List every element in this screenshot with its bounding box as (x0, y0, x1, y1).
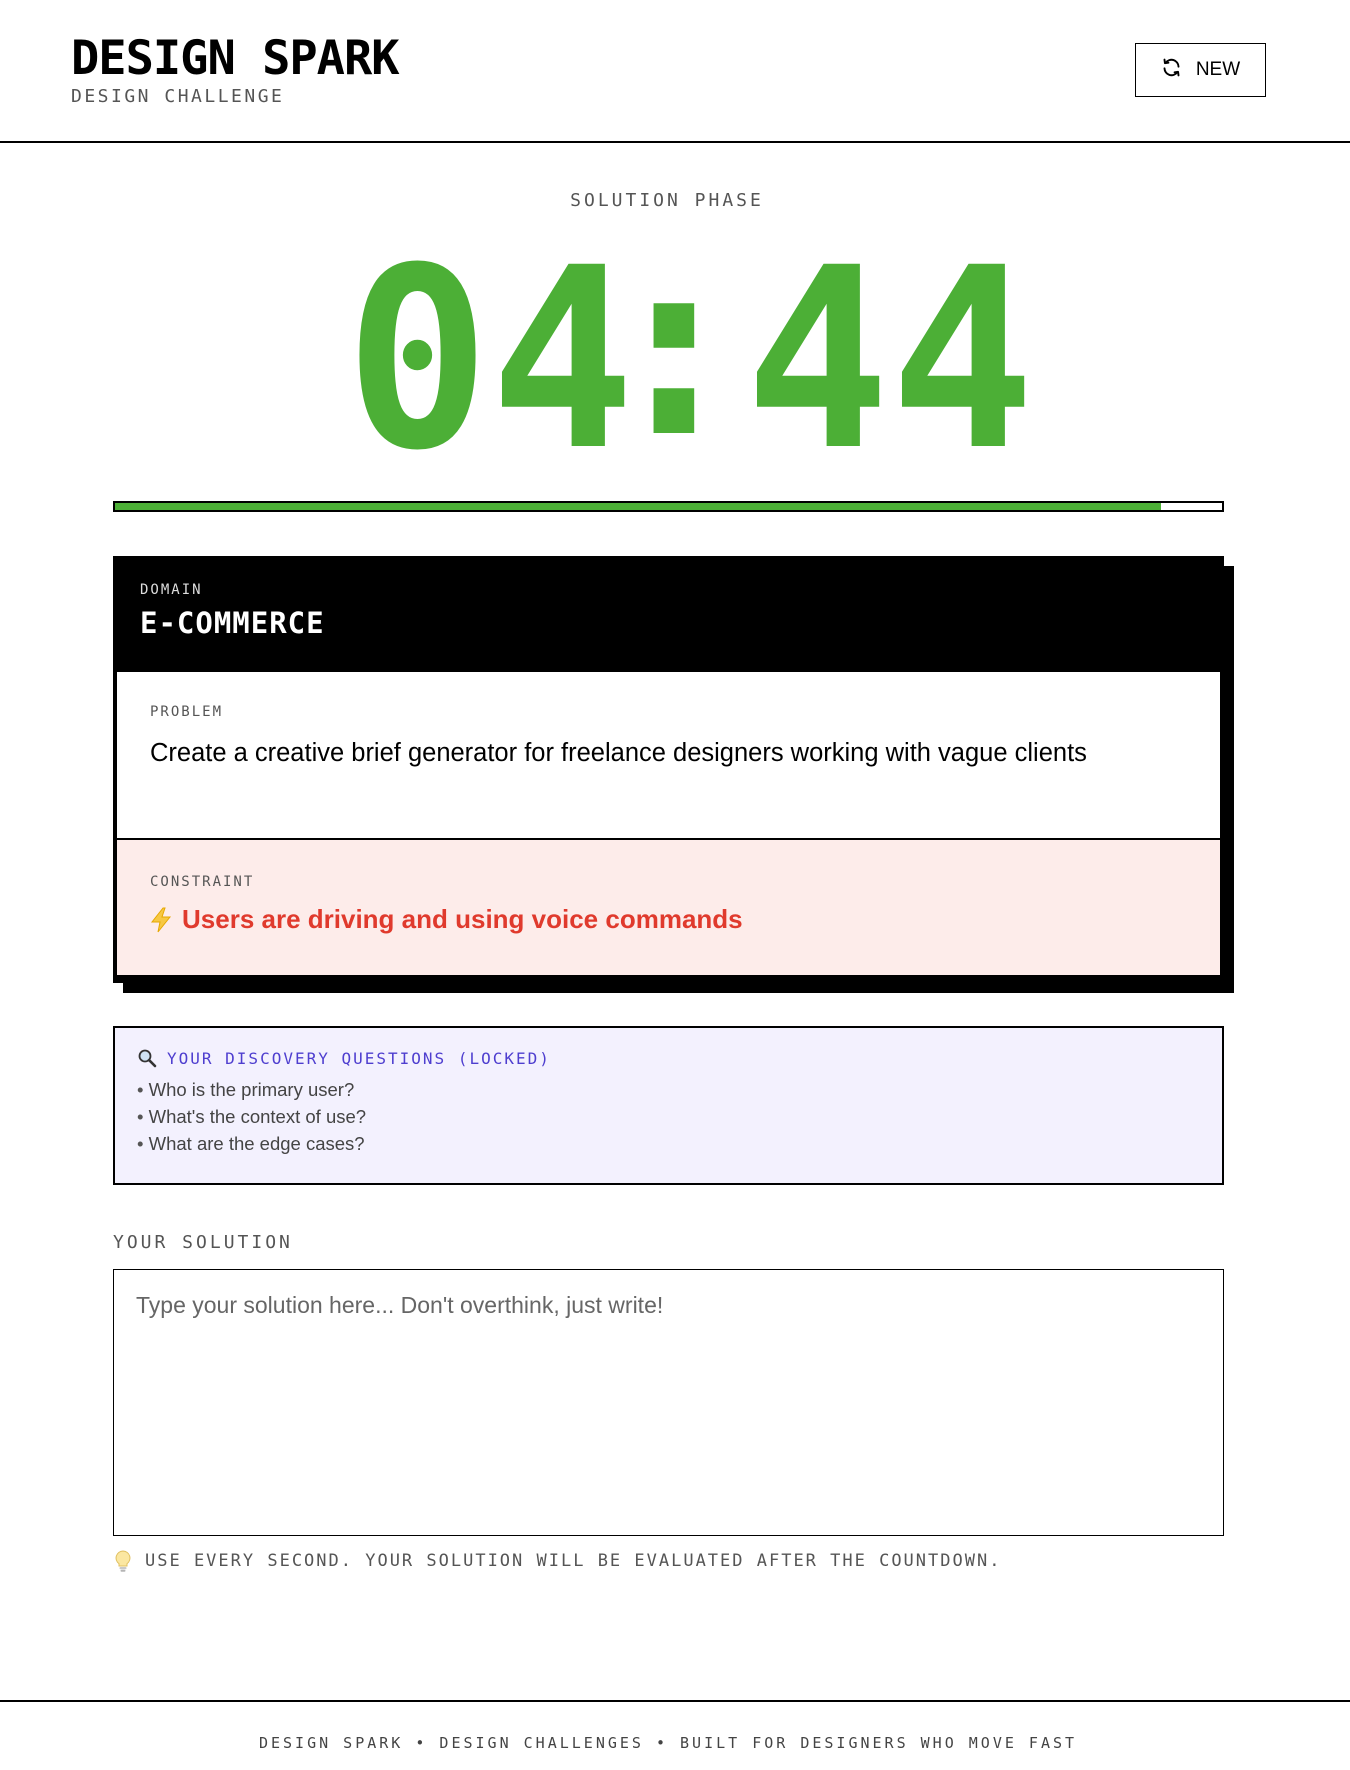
timer-minutes: 04 (345, 228, 635, 468)
refresh-icon (1161, 57, 1182, 84)
solution-hint: USE EVERY SECOND. YOUR SOLUTION WILL BE … (113, 1549, 1001, 1573)
timer-seconds: 44 (745, 228, 1035, 468)
app-footer: DESIGN SPARK • DESIGN CHALLENGES • BUILT… (0, 1700, 1350, 1770)
new-button-label: NEW (1195, 59, 1241, 80)
discovery-question-list: Who is the primary user? What's the cont… (137, 1076, 1200, 1157)
domain-section: DOMAIN E-COMMERCE (117, 560, 1220, 672)
discovery-title-row: YOUR DISCOVERY QUESTIONS (LOCKED) (137, 1048, 1200, 1068)
discovery-question: What are the edge cases? (137, 1130, 1200, 1157)
discovery-question: Who is the primary user? (137, 1076, 1200, 1103)
app-subtitle: DESIGN CHALLENGE (71, 86, 285, 107)
search-icon (137, 1048, 157, 1068)
domain-label: DOMAIN (140, 582, 203, 598)
discovery-question: What's the context of use? (137, 1103, 1200, 1130)
lightning-icon (150, 907, 172, 933)
problem-text: Create a creative brief generator for fr… (150, 739, 1087, 767)
constraint-text: Users are driving and using voice comman… (182, 904, 743, 934)
new-challenge-button[interactable]: NEW (1135, 43, 1266, 97)
solution-label: YOUR SOLUTION (113, 1232, 293, 1253)
time-progress-bar (113, 501, 1224, 512)
timer-separator: : (599, 228, 750, 468)
problem-section: PROBLEM Create a creative brief generato… (117, 672, 1220, 840)
phase-label: SOLUTION PHASE (570, 190, 764, 211)
app-header: DESIGN SPARK DESIGN CHALLENGE NEW (0, 0, 1350, 143)
discovery-title: YOUR DISCOVERY QUESTIONS (LOCKED) (167, 1048, 551, 1068)
app-title: DESIGN SPARK (71, 31, 400, 86)
domain-value: E-COMMERCE (140, 606, 325, 640)
discovery-questions-panel: YOUR DISCOVERY QUESTIONS (LOCKED) Who is… (113, 1026, 1224, 1185)
lightbulb-icon (113, 1549, 133, 1573)
solution-textarea[interactable] (113, 1269, 1224, 1536)
footer-text: DESIGN SPARK • DESIGN CHALLENGES • BUILT… (258, 1734, 1078, 1752)
constraint-row: Users are driving and using voice comman… (150, 904, 1187, 935)
constraint-section: CONSTRAINT Users are driving and using v… (117, 840, 1220, 975)
countdown-timer: 04 : 44 (0, 201, 1350, 505)
challenge-card: DOMAIN E-COMMERCE PROBLEM Create a creat… (113, 556, 1224, 983)
hint-text: USE EVERY SECOND. YOUR SOLUTION WILL BE … (145, 1551, 1002, 1571)
problem-label: PROBLEM (150, 704, 224, 720)
constraint-label: CONSTRAINT (150, 874, 255, 890)
time-progress-fill (115, 503, 1162, 510)
